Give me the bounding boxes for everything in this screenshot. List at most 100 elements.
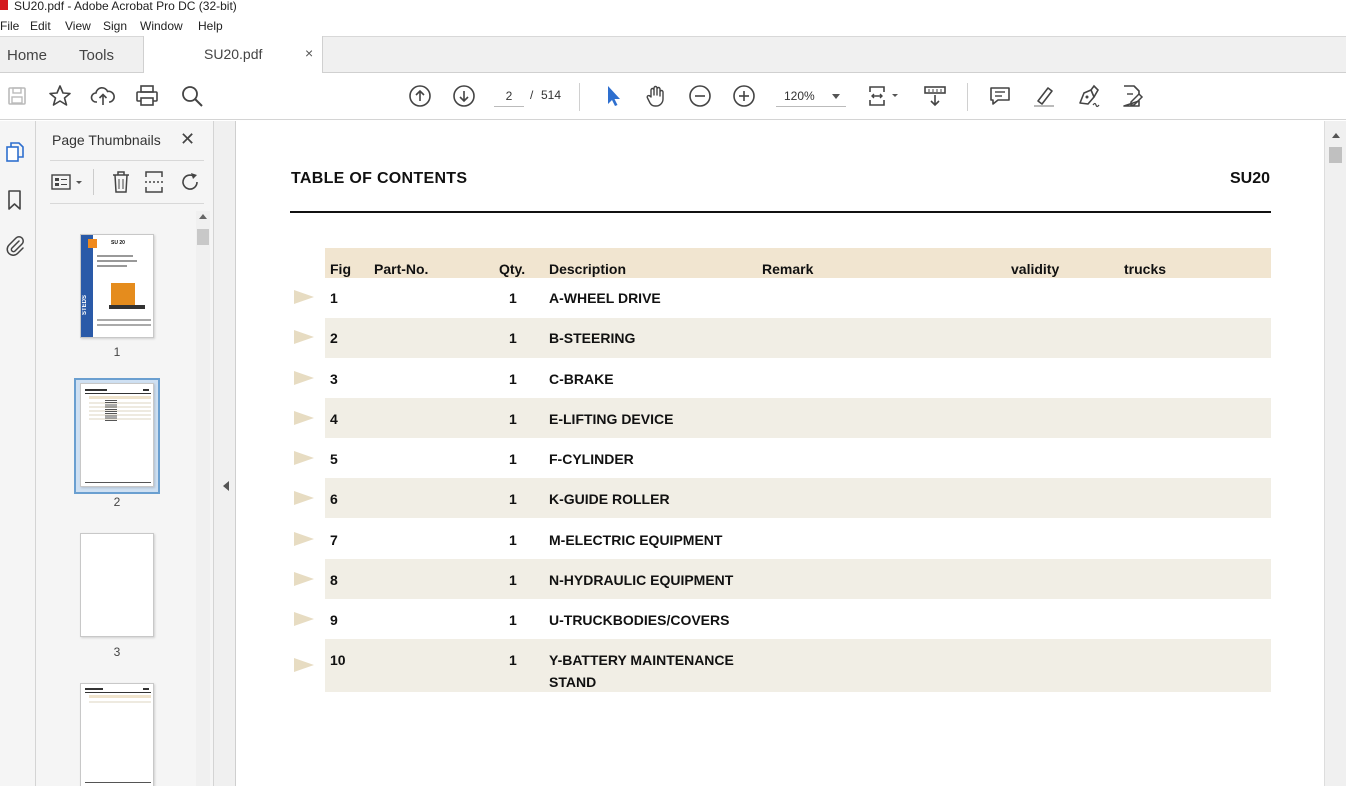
panel-splitter[interactable]: [214, 121, 236, 786]
menu-sign[interactable]: Sign: [103, 19, 127, 33]
zoom-level-value: 120%: [784, 89, 815, 103]
thumbnail-page-4[interactable]: [80, 683, 154, 786]
scroll-mode-icon[interactable]: [922, 83, 948, 109]
row-link-arrow-icon[interactable]: [294, 371, 314, 385]
row-qty: 1: [509, 411, 517, 427]
menu-help[interactable]: Help: [198, 19, 223, 33]
table-row[interactable]: 9 1 U-TRUCKBODIES/COVERS: [325, 599, 1271, 639]
row-qty: 1: [509, 532, 517, 548]
panel-title: Page Thumbnails: [52, 132, 161, 148]
page-up-icon[interactable]: [407, 83, 433, 109]
table-row[interactable]: 6 1 K-GUIDE ROLLER: [325, 478, 1271, 518]
table-row[interactable]: 3 1 C-BRAKE: [325, 358, 1271, 398]
left-navigation-rail: [0, 121, 36, 786]
tab-tools[interactable]: Tools: [79, 47, 114, 64]
edit-pdf-icon[interactable]: [1119, 83, 1145, 109]
hand-icon[interactable]: [643, 83, 669, 109]
row-description: C-BRAKE: [549, 371, 614, 387]
select-pointer-icon[interactable]: [600, 83, 626, 109]
thumb4-header: [89, 695, 151, 698]
acrobat-app-icon: [0, 0, 8, 10]
zoom-in-icon[interactable]: [731, 83, 757, 109]
row-qty: 1: [509, 572, 517, 588]
menu-edit[interactable]: Edit: [30, 19, 51, 33]
sign-icon[interactable]: [1075, 83, 1101, 109]
row-qty: 1: [509, 652, 517, 668]
table-row[interactable]: 1 1 A-WHEEL DRIVE: [325, 278, 1271, 318]
thumbnail-options-icon[interactable]: [50, 169, 86, 195]
row-fig: 10: [330, 652, 346, 668]
row-link-arrow-icon[interactable]: [294, 532, 314, 546]
scroll-up-icon[interactable]: [199, 214, 207, 219]
toc-thumb-header: [89, 396, 151, 399]
scroll-up-icon[interactable]: [1332, 133, 1340, 138]
thumb4-footer: [85, 782, 151, 783]
thumbnail-page-1[interactable]: STEDS SU 20: [80, 234, 154, 338]
table-row[interactable]: 7 1 M-ELECTRIC EQUIPMENT: [325, 519, 1271, 559]
document-scrollbar[interactable]: [1324, 121, 1346, 786]
total-pages: 514: [541, 88, 562, 102]
close-panel-icon[interactable]: ✕: [180, 129, 195, 150]
row-fig: 3: [330, 371, 338, 387]
fit-page-icon[interactable]: [866, 83, 902, 109]
print-icon[interactable]: [134, 83, 160, 109]
row-link-arrow-icon[interactable]: [294, 290, 314, 304]
bookmark-star-icon[interactable]: [47, 83, 73, 109]
row-description: F-CYLINDER: [549, 451, 634, 467]
row-link-arrow-icon[interactable]: [294, 491, 314, 505]
insert-page-icon[interactable]: [142, 169, 168, 195]
rotate-page-icon[interactable]: [177, 169, 203, 195]
column-remark: Remark: [762, 261, 814, 277]
tab-document-label: SU20.pdf: [204, 46, 263, 62]
cover-text-line: [97, 324, 151, 326]
upload-cloud-icon[interactable]: [90, 83, 116, 109]
thumbnail-label-1: 1: [113, 345, 121, 359]
row-link-arrow-icon[interactable]: [294, 612, 314, 626]
row-link-arrow-icon[interactable]: [294, 572, 314, 586]
thumbnail-page-3[interactable]: [80, 533, 154, 637]
page-thumbnails-icon[interactable]: [4, 141, 26, 163]
menu-file[interactable]: File: [0, 19, 19, 33]
toc-thumb-heading: [85, 389, 107, 391]
scrollbar-thumb[interactable]: [197, 229, 209, 245]
page-number-input[interactable]: 2: [494, 85, 524, 107]
tab-home[interactable]: Home: [7, 47, 47, 64]
save-icon[interactable]: [4, 83, 30, 109]
thumbnail-page-2[interactable]: [80, 383, 154, 487]
page-down-icon[interactable]: [451, 83, 477, 109]
zoom-level-select[interactable]: 120%: [776, 85, 846, 107]
table-row[interactable]: 2 1 B-STEERING: [325, 318, 1271, 358]
cover-brand: STEDS: [82, 295, 88, 316]
toc-thumb-model: [143, 389, 149, 391]
page-title: TABLE OF CONTENTS: [291, 170, 468, 187]
collapse-panel-icon[interactable]: [223, 481, 229, 491]
page-thumbnails-panel: Page Thumbnails ✕ STEDS SU 20 1 2 3: [36, 121, 214, 786]
column-validity: validity: [1011, 261, 1060, 277]
title-bar: SU20.pdf - Adobe Acrobat Pro DC (32-bit): [0, 0, 1346, 16]
window-title: SU20.pdf - Adobe Acrobat Pro DC (32-bit): [14, 0, 237, 13]
comment-icon[interactable]: [987, 83, 1013, 109]
row-link-arrow-icon[interactable]: [294, 451, 314, 465]
table-row[interactable]: 5 1 F-CYLINDER: [325, 438, 1271, 478]
table-row[interactable]: 4 1 E-LIFTING DEVICE: [325, 398, 1271, 438]
row-link-arrow-icon[interactable]: [294, 658, 314, 672]
column-trucks: trucks: [1124, 261, 1167, 277]
row-link-arrow-icon[interactable]: [294, 411, 314, 425]
menu-window[interactable]: Window: [140, 19, 183, 33]
tab-close-icon[interactable]: ×: [305, 45, 313, 61]
table-row[interactable]: 10 1 Y-BATTERY MAINTENANCE STAND: [325, 639, 1271, 692]
row-qty: 1: [509, 330, 517, 346]
row-description: A-WHEEL DRIVE: [549, 290, 661, 306]
thumbnail-scrollbar[interactable]: [196, 211, 210, 786]
menu-view[interactable]: View: [65, 19, 91, 33]
zoom-out-icon[interactable]: [687, 83, 713, 109]
table-row[interactable]: 8 1 N-HYDRAULIC EQUIPMENT: [325, 559, 1271, 599]
search-zoom-icon[interactable]: [179, 83, 205, 109]
tab-document[interactable]: SU20.pdf ×: [143, 36, 323, 74]
row-link-arrow-icon[interactable]: [294, 330, 314, 344]
scrollbar-thumb[interactable]: [1329, 147, 1342, 163]
delete-page-icon[interactable]: [108, 169, 134, 195]
bookmarks-icon[interactable]: [4, 189, 26, 211]
highlight-icon[interactable]: [1031, 83, 1057, 109]
attachments-paperclip-icon[interactable]: [4, 234, 26, 256]
